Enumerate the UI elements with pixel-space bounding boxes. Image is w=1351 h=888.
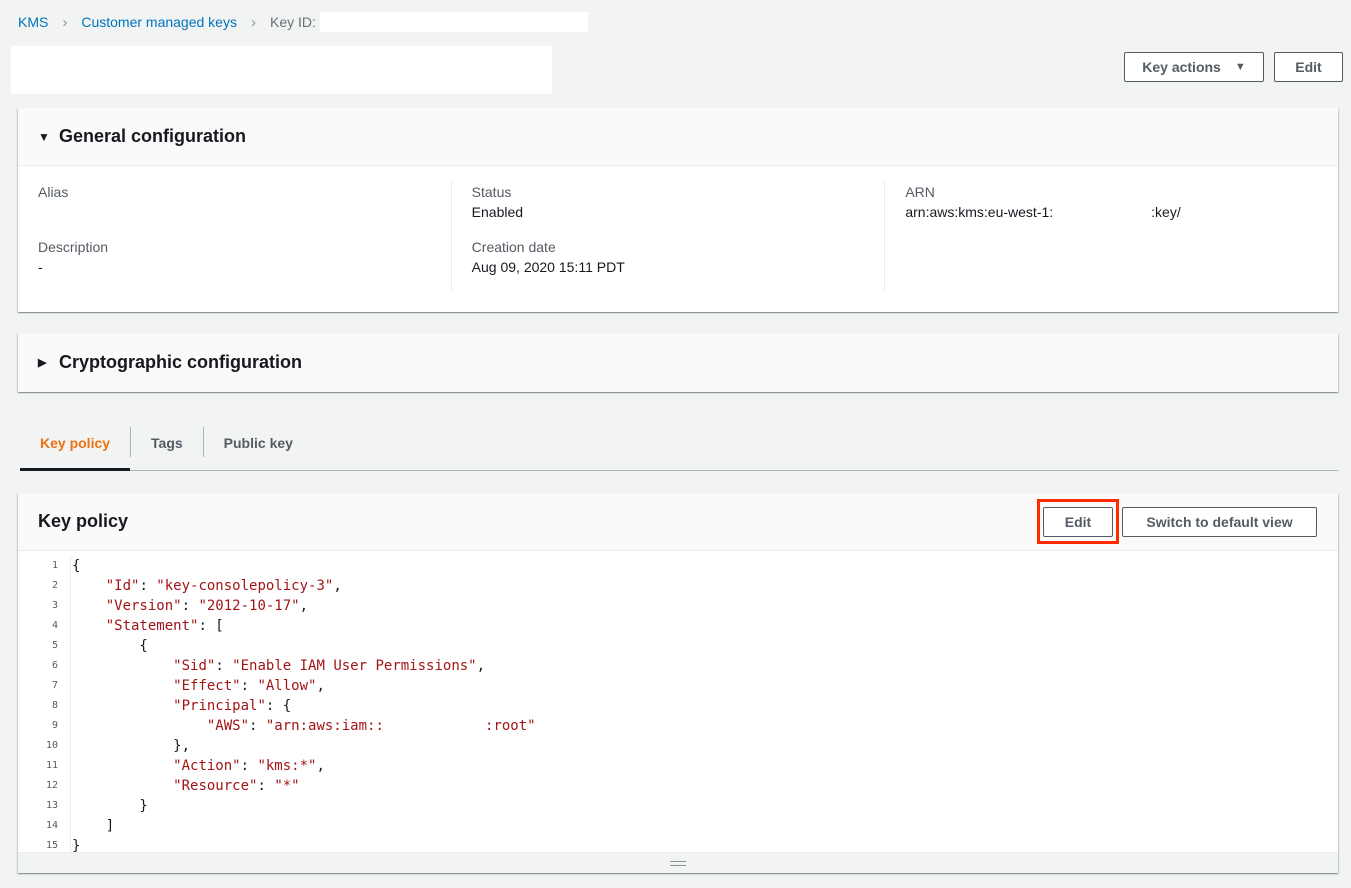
arn-suffix: :key/: [1151, 204, 1181, 220]
line-number: 13: [45, 800, 58, 811]
caret-right-icon: ▶: [38, 357, 47, 369]
line-number: 7: [51, 680, 58, 691]
line-number: 14: [45, 820, 58, 831]
line-number: 10: [45, 740, 58, 751]
line-number-gutter: 1 2 3 4 5 6 7 8 9 10 11 12 13 14 15: [18, 556, 64, 852]
code-line: }: [72, 798, 148, 814]
alias-value: [38, 202, 431, 222]
switch-to-default-view-button[interactable]: Switch to default view: [1122, 507, 1317, 537]
code-line: "Principal": {: [173, 698, 292, 714]
code-line: "Sid": "Enable IAM User Permissions",: [173, 658, 486, 674]
tab-tags[interactable]: Tags: [131, 425, 203, 461]
arn-label: ARN: [905, 184, 935, 200]
code-line: "AWS": "arn:aws:iam:: :root": [206, 718, 536, 734]
status-label: Status: [471, 184, 512, 200]
caret-down-icon: ▼: [1234, 61, 1246, 73]
general-configuration-title: General configuration: [59, 126, 247, 146]
creation-date-value: Aug 09, 2020 15:11 PDT: [471, 259, 625, 275]
line-number: 2: [51, 580, 58, 591]
highlight-box: [1037, 499, 1119, 544]
code-line: },: [72, 738, 191, 754]
line-number: 9: [51, 720, 58, 731]
alias-label: Alias: [38, 184, 69, 200]
status-value: Enabled: [471, 204, 524, 220]
arn-prefix: arn:aws:kms:eu-west-1:: [905, 204, 1054, 220]
tab-public-key[interactable]: Public key: [204, 425, 313, 461]
code-lines: { "Id": "key-consolepolicy-3", "Version"…: [70, 556, 536, 852]
chevron-right-icon: ›: [250, 13, 256, 31]
description-label: Description: [38, 239, 109, 255]
redacted-key-id: [319, 12, 588, 32]
general-configuration-header[interactable]: ▼ General configuration: [18, 108, 1338, 166]
line-number: 11: [45, 760, 58, 771]
line-number: 4: [51, 620, 58, 631]
code-line: "Id": "key-consolepolicy-3",: [105, 578, 342, 594]
breadcrumb-key-id: Key ID:: [269, 14, 316, 30]
edit-key-label: Edit: [1295, 59, 1322, 75]
code-line: "Resource": "*": [173, 778, 300, 794]
line-number: 8: [51, 700, 58, 711]
switch-to-default-view-label: Switch to default view: [1146, 514, 1293, 530]
editor-resize-handle[interactable]: [18, 852, 1338, 873]
cryptographic-configuration-title: Cryptographic configuration: [59, 352, 302, 372]
line-number: 5: [51, 640, 58, 651]
code-line: }: [72, 838, 81, 852]
page-title-redacted: [11, 46, 552, 94]
line-number: 12: [45, 780, 58, 791]
arn-column: ARN arn:aws:kms:eu-west-1: :key/: [884, 182, 1318, 292]
tab-key-policy[interactable]: Key policy: [20, 425, 131, 471]
tab-bar: Key policy Tags Public key: [20, 425, 1338, 471]
code-line: "Statement": [: [105, 618, 224, 634]
edit-key-button[interactable]: Edit: [1274, 52, 1343, 82]
line-number: 15: [45, 840, 58, 851]
creation-date-label: Creation date: [471, 239, 556, 255]
breadcrumb-customer-keys-link[interactable]: Customer managed keys: [81, 14, 237, 30]
cryptographic-configuration-header[interactable]: ▶ Cryptographic configuration: [18, 333, 1338, 392]
code-line: ]: [72, 818, 115, 834]
grip-icon: [670, 860, 686, 866]
general-configuration-panel: ▼ General configuration Alias Descriptio…: [18, 108, 1338, 312]
key-actions-label: Key actions: [1142, 59, 1221, 75]
policy-code-editor[interactable]: 1 2 3 4 5 6 7 8 9 10 11 12 13 14 15 { "Id": "key-conso…: [18, 552, 1338, 852]
alias-column: Alias Description -: [38, 182, 451, 292]
status-column: Status Enabled Creation date Aug 09, 202…: [450, 182, 885, 292]
line-number: 3: [51, 600, 58, 611]
key-policy-title: Key policy: [38, 511, 129, 531]
description-value: -: [38, 259, 43, 275]
breadcrumb: KMS › Customer managed keys › Key ID:: [18, 12, 588, 32]
line-number: 6: [51, 660, 58, 671]
caret-down-icon: ▼: [38, 129, 50, 144]
code-line: "Effect": "Allow",: [173, 678, 325, 694]
code-line: {: [72, 638, 148, 654]
breadcrumb-kms-link[interactable]: KMS: [18, 14, 48, 30]
code-line: "Action": "kms:*",: [173, 758, 325, 774]
code-line: {: [72, 558, 81, 574]
code-line: "Version": "2012-10-17",: [105, 598, 309, 614]
line-number: 1: [51, 560, 58, 571]
arn-value: arn:aws:kms:eu-west-1: :key/: [905, 202, 1298, 222]
chevron-right-icon: ›: [62, 13, 68, 31]
key-actions-button[interactable]: Key actions ▼: [1124, 52, 1264, 82]
cryptographic-configuration-panel: ▶ Cryptographic configuration: [18, 333, 1338, 392]
